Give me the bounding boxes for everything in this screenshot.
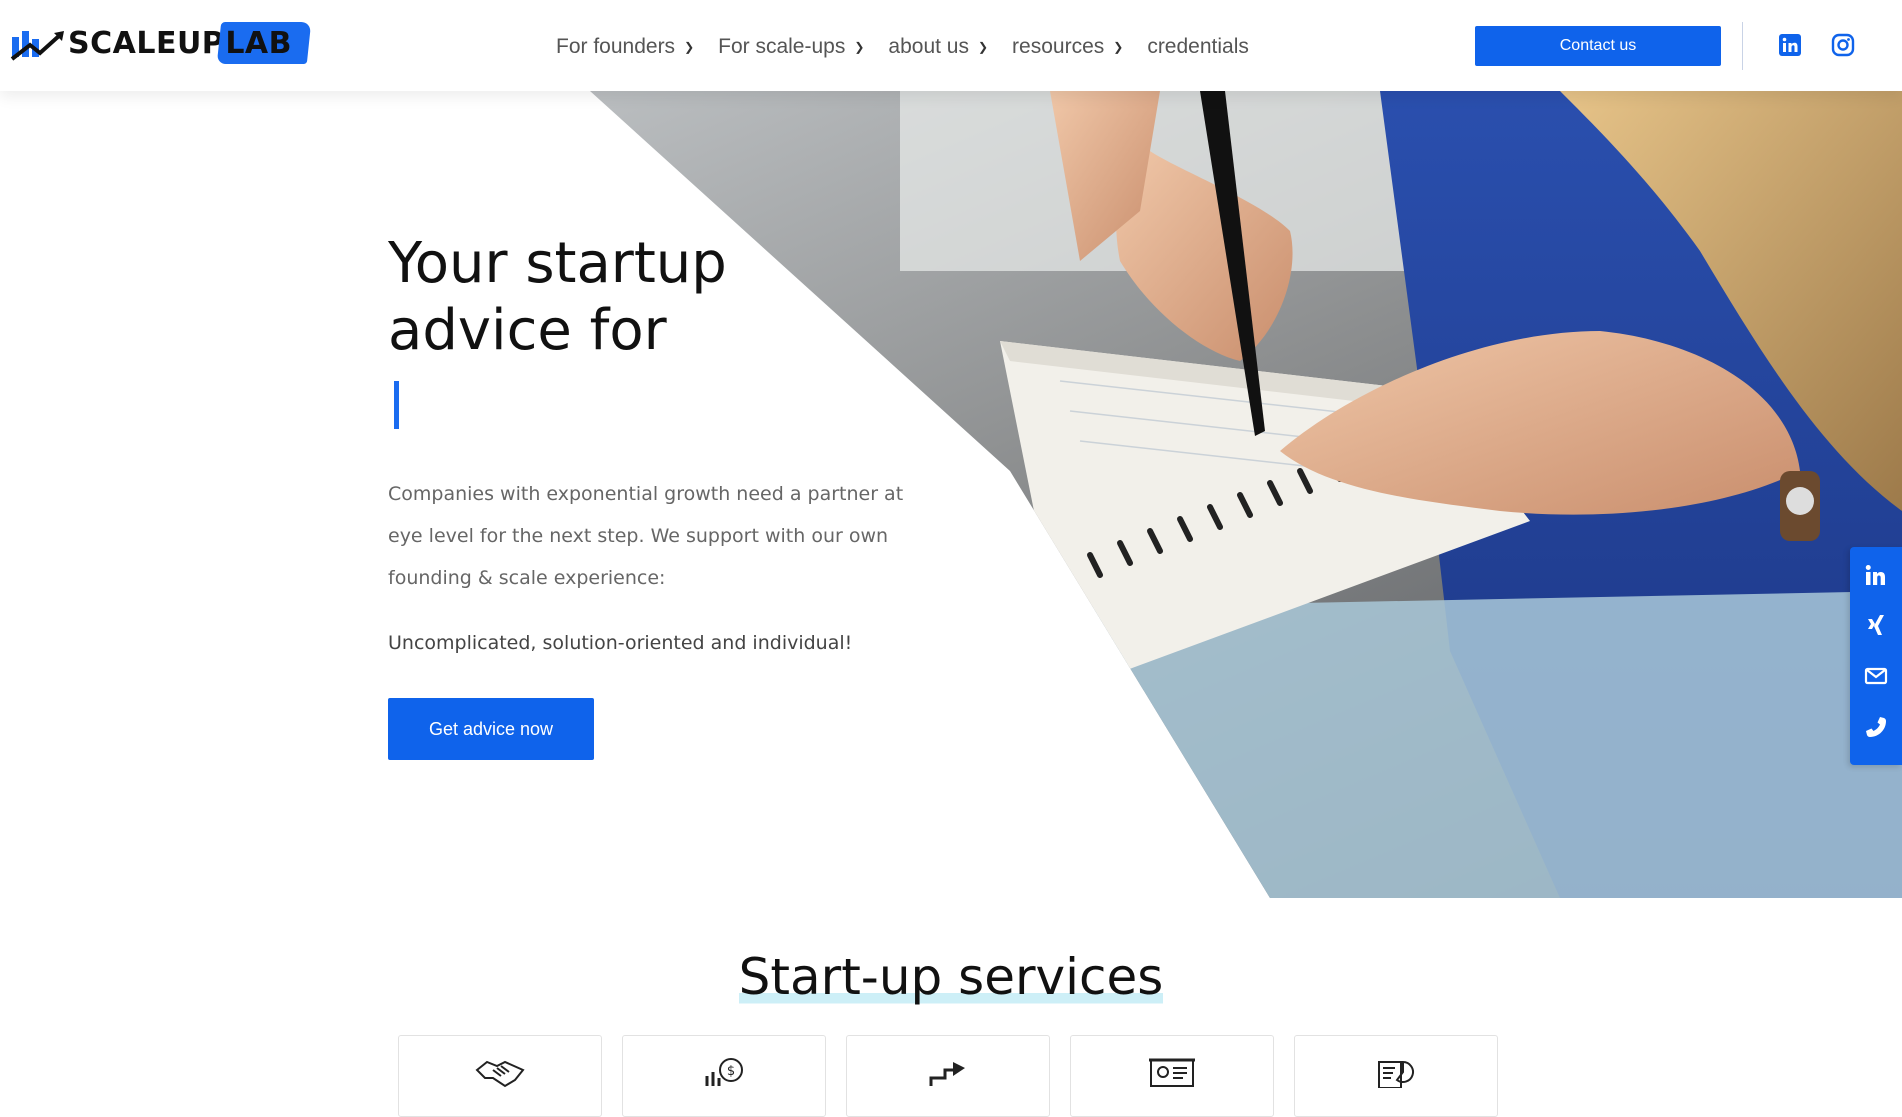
nav-item-for-scale-ups[interactable]: For scale-ups ❯ — [718, 35, 864, 59]
hero-description-line-1: Companies with exponential growth need a… — [388, 483, 904, 505]
hero-photo-illustration — [590, 91, 1902, 898]
service-card-1[interactable] — [398, 1035, 602, 1117]
scaleuplab-logo[interactable]: SCALEUP LAB — [10, 21, 312, 64]
rising-arrow-icon — [929, 1062, 965, 1086]
money-growth-icon: $ — [705, 1058, 743, 1086]
service-card-2[interactable]: $ — [622, 1035, 826, 1117]
nav-item-credentials[interactable]: credentials — [1147, 35, 1249, 59]
presentation-board-icon — [1149, 1058, 1195, 1087]
nav-item-resources[interactable]: resources ❯ — [1012, 35, 1123, 59]
mail-icon[interactable] — [1864, 664, 1888, 688]
services-title-text: Start-up services — [738, 948, 1164, 1006]
hero-description-line-2: eye level for the next step. We support … — [388, 525, 889, 547]
xing-icon[interactable] — [1864, 613, 1888, 637]
header-divider — [1742, 22, 1743, 70]
typing-cursor — [394, 381, 399, 429]
handshake-icon — [475, 1060, 525, 1088]
logo-text-lab: LAB — [225, 25, 293, 61]
floating-social-bar — [1850, 547, 1902, 765]
linkedin-icon[interactable] — [1864, 563, 1888, 587]
nav-label: resources — [1012, 35, 1105, 58]
chevron-down-icon: ❯ — [977, 40, 989, 54]
hero-title-line-1: Your startup — [388, 231, 727, 296]
main-nav: For founders ❯ For scale-ups ❯ about us … — [556, 30, 1273, 64]
nav-item-for-founders[interactable]: For founders ❯ — [556, 35, 694, 59]
hero-title-line-2: advice for — [388, 298, 667, 363]
service-card-5[interactable] — [1294, 1035, 1498, 1117]
service-card-4[interactable] — [1070, 1035, 1274, 1117]
get-advice-button[interactable]: Get advice now — [388, 698, 594, 760]
chevron-down-icon: ❯ — [1113, 40, 1124, 54]
service-card-3[interactable] — [846, 1035, 1050, 1117]
site-header: SCALEUP LAB For founders ❯ For scale-ups… — [0, 0, 1902, 91]
services-section-title: Start-up services — [0, 948, 1902, 1006]
chevron-down-icon: ❯ — [854, 40, 865, 54]
nav-label: credentials — [1147, 35, 1249, 58]
logo-text-scaleup: SCALEUP — [68, 25, 225, 61]
linkedin-icon[interactable] — [1778, 33, 1802, 57]
nav-label: For scale-ups — [718, 35, 846, 58]
logo-text-lab-wrap: LAB — [217, 21, 312, 64]
logo-chart-icon — [10, 31, 64, 61]
instagram-icon[interactable] — [1831, 33, 1855, 57]
phone-icon[interactable] — [1864, 715, 1888, 739]
nav-label: For founders — [556, 35, 676, 58]
hero-description-line-3: founding & scale experience: — [388, 567, 666, 589]
nav-label: about us — [888, 35, 969, 58]
hero-tagline: Uncomplicated, solution-oriented and ind… — [388, 632, 853, 654]
hero-title: Your startup advice for — [388, 230, 808, 364]
hero-image — [590, 91, 1902, 898]
chevron-down-icon: ❯ — [684, 40, 695, 54]
hero-description: Companies with exponential growth need a… — [388, 473, 908, 599]
report-chart-icon — [1378, 1060, 1414, 1088]
nav-item-about-us[interactable]: about us ❯ — [888, 35, 988, 59]
svg-text:$: $ — [727, 1064, 735, 1079]
contact-us-button[interactable]: Contact us — [1475, 26, 1721, 66]
